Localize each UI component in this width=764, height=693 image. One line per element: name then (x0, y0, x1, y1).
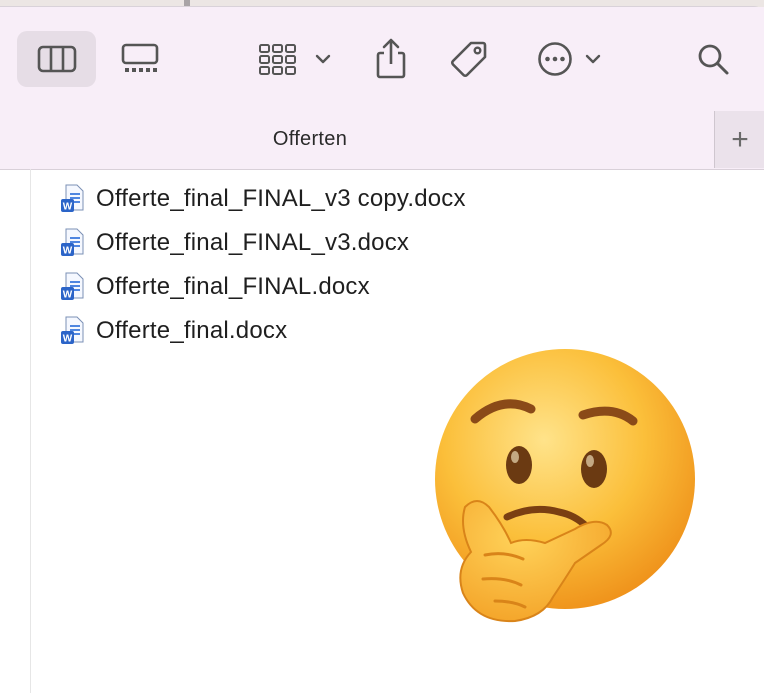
word-document-icon: W (61, 272, 84, 301)
file-name: Offerte_final_FINAL.docx (96, 273, 370, 300)
search-button[interactable] (690, 33, 736, 85)
word-document-icon: W (61, 228, 84, 257)
file-name: Offerte_final_FINAL_v3 copy.docx (96, 185, 466, 212)
svg-text:W: W (63, 202, 73, 213)
chevron-down-icon (315, 54, 331, 64)
tag-icon (451, 41, 487, 77)
word-document-icon: W (61, 316, 84, 345)
file-name: Offerte_final.docx (96, 317, 288, 344)
svg-text:W: W (63, 246, 73, 257)
tab-bar: Offerten + (0, 111, 764, 170)
share-button[interactable] (368, 29, 414, 89)
view-gallery-button[interactable] (110, 31, 170, 87)
new-tab-button[interactable]: + (714, 111, 764, 168)
toolbar (0, 7, 764, 111)
gallery-icon (121, 43, 159, 72)
view-columns-button[interactable] (17, 31, 96, 87)
file-name: Offerte_final_FINAL_v3.docx (96, 229, 410, 256)
search-icon (698, 44, 729, 75)
action-button[interactable] (530, 31, 610, 87)
tab-title[interactable]: Offerten (0, 128, 620, 151)
columns-icon (37, 45, 76, 73)
file-item[interactable]: W Offerte_final_FINAL_v3.docx (60, 228, 409, 258)
group-button[interactable] (255, 31, 335, 87)
word-document-icon: W (61, 184, 84, 213)
finder-window: Offerten + W Offerte_final_FINAL_v3 copy… (0, 6, 764, 693)
thinking-face-emoji (435, 349, 695, 623)
svg-text:W: W (63, 290, 73, 301)
svg-text:W: W (63, 334, 73, 345)
share-icon (376, 38, 406, 79)
file-item[interactable]: W Offerte_final.docx (60, 316, 287, 346)
chevron-down-icon (585, 54, 601, 64)
plus-icon: + (731, 122, 749, 156)
ellipsis-icon (538, 42, 572, 76)
file-item[interactable]: W Offerte_final_FINAL.docx (60, 272, 370, 302)
tags-button[interactable] (444, 31, 494, 87)
sidebar-divider (30, 169, 31, 693)
grid-icon (259, 44, 296, 75)
file-item[interactable]: W Offerte_final_FINAL_v3 copy.docx (60, 184, 466, 214)
